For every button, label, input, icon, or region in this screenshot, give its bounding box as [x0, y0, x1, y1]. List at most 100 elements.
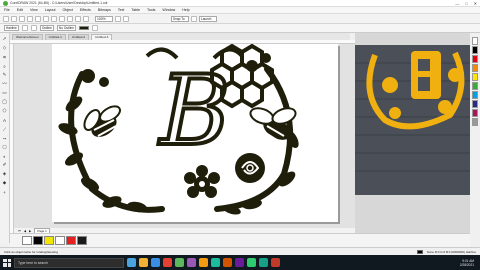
print-button[interactable]: [27, 15, 33, 22]
export-button[interactable]: [83, 15, 89, 22]
taskbar-app-icon[interactable]: [271, 258, 280, 267]
menu-layout[interactable]: Layout: [45, 8, 56, 12]
taskbar-app-icon[interactable]: [127, 258, 136, 267]
palette-swatch[interactable]: [472, 82, 478, 90]
doc-palette-swatch[interactable]: [55, 236, 65, 245]
copy-button[interactable]: [43, 15, 49, 22]
palette-swatch[interactable]: [472, 73, 478, 81]
eyedropper-icon[interactable]: ✐: [2, 162, 8, 168]
palette-swatch[interactable]: [472, 37, 478, 45]
polygon-tool-icon[interactable]: ⬠: [2, 108, 8, 114]
taskbar-search-input[interactable]: Type here to search: [14, 257, 124, 268]
taskbar-app-icon[interactable]: [175, 258, 184, 267]
rulers-button[interactable]: [123, 15, 129, 22]
menu-bitmaps[interactable]: Bitmaps: [98, 8, 111, 12]
flower-bottom-icon[interactable]: [184, 165, 220, 198]
line-style-icon[interactable]: [91, 25, 98, 31]
taskbar-app-icon[interactable]: [163, 258, 172, 267]
pick-tool-icon[interactable]: ➚: [2, 36, 8, 42]
doc-palette-swatch[interactable]: [33, 236, 43, 245]
system-clock[interactable]: 9:01 AM 2/28/2021: [460, 259, 480, 267]
new-document-button[interactable]: [3, 15, 9, 22]
menu-effects[interactable]: Effects: [80, 8, 91, 12]
menu-object[interactable]: Object: [63, 8, 73, 12]
doc-palette-swatch[interactable]: [66, 236, 76, 245]
crop-tool-icon[interactable]: ⌗: [2, 54, 8, 60]
doc-palette-swatch[interactable]: [22, 236, 32, 245]
text-tool-icon[interactable]: A: [2, 117, 8, 123]
drawing-canvas[interactable]: B: [14, 44, 355, 242]
add-tool-plus-icon[interactable]: +: [2, 189, 8, 195]
taskbar-app-icon[interactable]: [211, 258, 220, 267]
paste-button[interactable]: [51, 15, 57, 22]
open-button[interactable]: [11, 15, 17, 22]
menu-view[interactable]: View: [30, 8, 38, 12]
parallel-dimension-icon[interactable]: ⟋: [2, 126, 8, 132]
taskbar-app-icon[interactable]: [223, 258, 232, 267]
document-page[interactable]: B: [52, 44, 338, 222]
taskbar-app-icon[interactable]: [187, 258, 196, 267]
freehand-tool-icon[interactable]: ✎: [2, 72, 8, 78]
doc-palette-swatch[interactable]: [77, 236, 87, 245]
ellipse-tool-icon[interactable]: ◯: [2, 99, 8, 105]
rose-icon[interactable]: [235, 153, 265, 183]
artistic-media-icon[interactable]: 〰: [2, 81, 8, 87]
taskbar-app-icon[interactable]: [199, 258, 208, 267]
taskbar-app-icon[interactable]: [139, 258, 148, 267]
close-button[interactable]: ✕: [474, 1, 477, 6]
bee-left-icon[interactable]: [81, 103, 122, 141]
interactive-fill-icon[interactable]: ◈: [2, 171, 8, 177]
taskbar-app-icon[interactable]: [247, 258, 256, 267]
windows-start-icon[interactable]: [3, 258, 11, 267]
zoom-level-select[interactable]: 100%: [95, 15, 113, 22]
palette-swatch[interactable]: [472, 64, 478, 72]
import-button[interactable]: [75, 15, 81, 22]
taskbar-app-icon[interactable]: [151, 258, 160, 267]
drop-shadow-icon[interactable]: ▢: [2, 144, 8, 150]
next-page-icon[interactable]: ▶: [29, 229, 31, 233]
monogram-design[interactable]: B: [52, 44, 338, 222]
menu-edit[interactable]: Edit: [17, 8, 23, 12]
full-screen-button[interactable]: [115, 15, 121, 22]
menu-tools[interactable]: Tools: [147, 8, 155, 12]
first-page-icon[interactable]: ⏮: [18, 229, 21, 233]
menu-file[interactable]: File: [4, 8, 10, 12]
palette-swatch[interactable]: [472, 91, 478, 99]
doc-palette-swatch[interactable]: [44, 236, 54, 245]
taskbar-app-icon[interactable]: [259, 258, 268, 267]
snap-to-select[interactable]: Snap To: [171, 15, 189, 22]
menu-help[interactable]: Help: [182, 8, 189, 12]
palette-swatch[interactable]: [472, 118, 478, 126]
palette-swatch[interactable]: [472, 100, 478, 108]
transparency-tool-icon[interactable]: ◐: [2, 153, 8, 159]
smart-fill-icon[interactable]: ◆: [2, 180, 8, 186]
redo-button[interactable]: [67, 15, 73, 22]
close-path-icon[interactable]: [30, 25, 37, 31]
save-button[interactable]: [19, 15, 25, 22]
undo-button[interactable]: [59, 15, 65, 22]
minimize-button[interactable]: —: [455, 1, 459, 6]
outline-width-field[interactable]: Hairline: [4, 25, 19, 31]
launch-select[interactable]: Launch: [199, 15, 217, 22]
monogram-letter[interactable]: B: [156, 53, 233, 169]
options-gear-icon[interactable]: [191, 15, 197, 22]
cut-button[interactable]: [35, 15, 41, 22]
rectangle-tool-icon[interactable]: ▭: [2, 90, 8, 96]
menu-table[interactable]: Table: [131, 8, 140, 12]
connector-tool-icon[interactable]: ⤳: [2, 135, 8, 141]
wreath-left-vine[interactable]: [68, 71, 165, 213]
menu-text[interactable]: Text: [118, 8, 125, 12]
outline-style-field[interactable]: No Outline: [56, 25, 76, 31]
palette-swatch[interactable]: [472, 46, 478, 54]
wrap-icon[interactable]: [21, 25, 28, 31]
prev-page-icon[interactable]: ◀: [24, 229, 26, 233]
taskbar-app-icon[interactable]: [235, 258, 244, 267]
menu-window[interactable]: Window: [162, 8, 175, 12]
maximize-button[interactable]: □: [465, 1, 467, 6]
shape-tool-icon[interactable]: ◇: [2, 45, 8, 51]
palette-swatch[interactable]: [472, 55, 478, 63]
fill-indicator[interactable]: [416, 249, 423, 254]
outline-color-swatch[interactable]: [78, 26, 89, 30]
palette-swatch[interactable]: [472, 109, 478, 117]
zoom-tool-icon[interactable]: ⌕: [2, 63, 8, 69]
